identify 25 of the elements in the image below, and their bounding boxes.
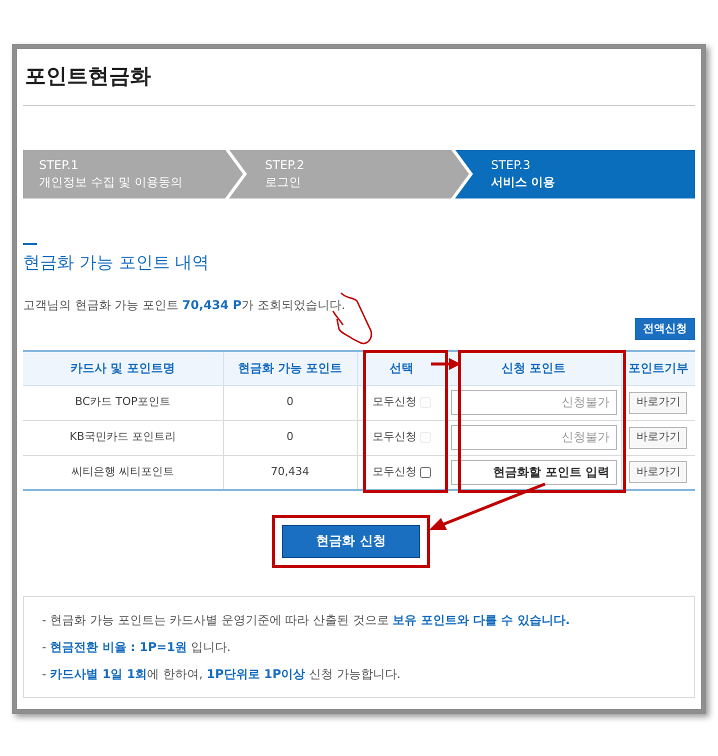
column-header: 현금화 가능 포인트 — [223, 351, 357, 385]
column-header: 카드사 및 포인트명 — [23, 351, 223, 385]
page-title: 포인트현금화 — [23, 49, 695, 106]
checkbox-label: 모두신청 — [372, 464, 416, 480]
table-cell: 0 — [223, 420, 357, 455]
checkbox[interactable] — [420, 466, 430, 478]
table-cell: 70,434 — [223, 455, 357, 490]
table-cell: KB국민카드 포인트리 — [23, 420, 223, 455]
arrow-icon — [431, 358, 461, 370]
table-cell: 씨티은행 씨티포인트 — [23, 455, 223, 490]
shortcut-button[interactable]: 바로가기 — [629, 461, 688, 484]
column-header: 포인트기부 — [621, 351, 695, 385]
section-title: 현금화 가능 포인트 내역 — [23, 252, 210, 274]
point-input-field[interactable]: 현금화할 포인트 입력 — [450, 460, 616, 485]
column-header: 선택 — [357, 351, 446, 385]
table-cell: BC카드 TOP포인트 — [23, 385, 223, 420]
note-text: - 현금화 가능 포인트는 카드사별 운영기준에 따라 산출된 것으로 보유 포인트와 다를 수 있습니다. — [42, 612, 571, 629]
checkbox-label: 모두신청 — [372, 394, 416, 410]
full-apply-button[interactable]: 전액신청 — [635, 318, 695, 340]
cash-apply-button[interactable]: 현금화 신청 — [282, 525, 420, 558]
note-text: - 현금전환 비율 : 1P=1원 입니다. — [42, 639, 232, 656]
table-cell: 0 — [223, 385, 357, 420]
note-text: - 카드사별 1일 1회에 한하여, 1P단위로 1P이상 신청 가능합니다. — [42, 666, 402, 683]
checkbox-label: 모두신청 — [372, 429, 416, 446]
result-message: 고객님의 현금화 가능 포인트 70,434 P가 조회되었습니다. — [23, 297, 346, 314]
